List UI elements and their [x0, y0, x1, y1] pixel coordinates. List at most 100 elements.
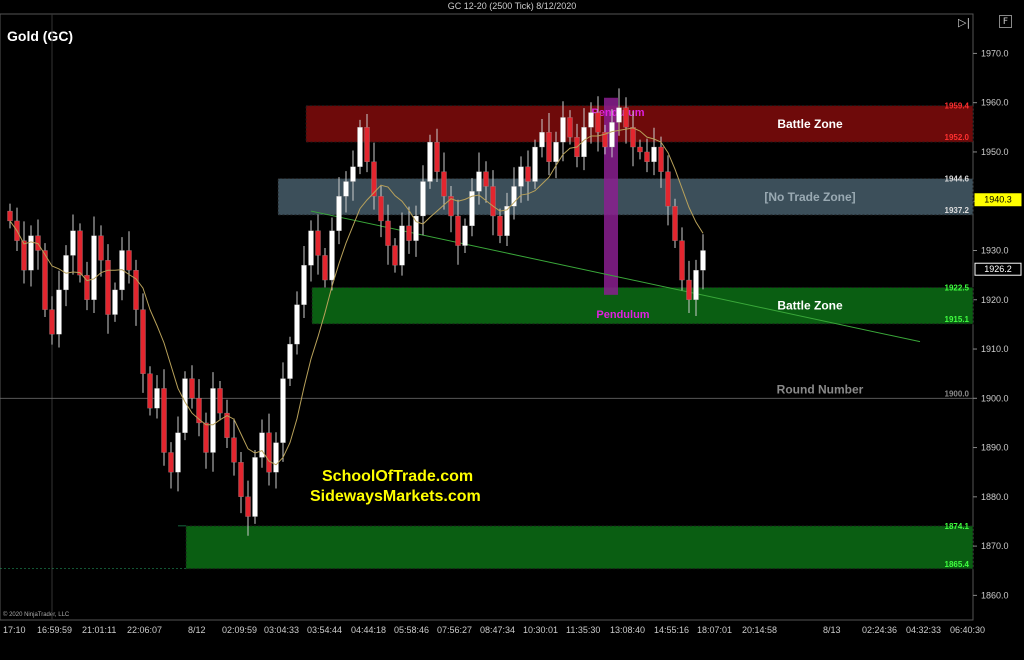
zone-battle_green	[185, 525, 974, 570]
price-marker-label: 1940.3	[984, 195, 1012, 205]
candle-up	[343, 181, 349, 197]
candle-up	[357, 127, 363, 167]
x-tick-label: 8/13	[823, 625, 841, 635]
price-marker-label: 1926.2	[984, 264, 1012, 274]
candle-down	[644, 151, 650, 162]
x-tick-label: 07:56:27	[437, 625, 472, 635]
candle-down	[231, 437, 237, 463]
x-tick-label: 13:08:40	[610, 625, 645, 635]
price-chart[interactable]: 1860.0 1870.0 1880.0 1890.0 1900.0 1910.0 1920…	[0, 0, 1024, 660]
candle-up	[301, 265, 307, 305]
candle-down	[203, 422, 209, 453]
candle-down	[434, 141, 440, 172]
candle-down	[322, 255, 328, 281]
candle-up	[427, 141, 433, 182]
candle-up	[112, 289, 118, 315]
candle-up	[399, 225, 405, 266]
pendulum-label-bottom: Pendulum	[596, 309, 649, 321]
zone-top-price: 1944.6	[945, 175, 970, 184]
y-tick-label: 1930.0	[981, 245, 1009, 255]
candle-down	[686, 279, 692, 300]
candle-down	[490, 186, 496, 217]
candle-down	[385, 220, 391, 246]
candle-up	[273, 442, 279, 473]
x-tick-label: 04:32:33	[906, 625, 941, 635]
candle-down	[133, 270, 139, 310]
x-tick-label: 17:10	[3, 625, 26, 635]
candle-down	[189, 378, 195, 399]
candle-down	[217, 388, 223, 414]
y-tick-label: 1950.0	[981, 147, 1009, 157]
zone-label: Battle Zone	[777, 117, 843, 131]
x-tick-label: 18:07:01	[697, 625, 732, 635]
candle-down	[679, 240, 685, 281]
candle-down	[98, 235, 104, 261]
candle-up	[476, 171, 482, 192]
candle-up	[294, 304, 300, 345]
candle-down	[441, 171, 447, 197]
candle-down	[672, 205, 678, 241]
candle-up	[210, 388, 216, 453]
round-number-label: Round Number	[777, 382, 864, 396]
candle-up	[518, 166, 524, 187]
candle-up	[308, 230, 314, 266]
candle-down	[483, 171, 489, 187]
x-tick-label: 10:30:01	[523, 625, 558, 635]
round-number-price: 1900.0	[945, 389, 970, 398]
candle-up	[462, 225, 468, 246]
candle-up	[420, 181, 426, 217]
candle-up	[532, 146, 538, 182]
candle-down	[245, 496, 251, 517]
candle-up	[336, 196, 342, 231]
x-tick-label: 05:58:46	[394, 625, 429, 635]
candle-up	[28, 235, 34, 271]
candle-down	[595, 112, 601, 133]
candle-down	[7, 210, 13, 222]
candle-up	[511, 186, 517, 207]
candle-up	[350, 166, 356, 182]
zone-bottom-price: 1937.2	[945, 206, 970, 215]
candle-up	[553, 141, 559, 162]
candle-down	[525, 166, 531, 182]
zone-bottom-price: 1915.1	[945, 315, 970, 324]
x-tick-label: 06:40:30	[950, 625, 985, 635]
zone-label: Battle Zone	[777, 299, 843, 313]
candle-down	[140, 309, 146, 374]
y-tick-label: 1910.0	[981, 344, 1009, 354]
x-tick-label: 8/12	[188, 625, 206, 635]
candle-up	[616, 107, 622, 123]
candle-down	[378, 196, 384, 222]
candle-down	[147, 373, 153, 409]
x-tick-label: 02:09:59	[222, 625, 257, 635]
candle-down	[168, 452, 174, 473]
zone-label: [No Trade Zone]	[764, 190, 855, 204]
candle-down	[546, 132, 552, 162]
candle-up	[91, 235, 97, 300]
candle-down	[42, 250, 48, 310]
x-tick-label: 16:59:59	[37, 625, 72, 635]
zone-bottom-price: 1865.4	[945, 560, 970, 569]
candle-down	[665, 171, 671, 207]
y-tick-label: 1860.0	[981, 590, 1009, 600]
candle-up	[539, 132, 545, 148]
candle-down	[21, 240, 27, 271]
candle-up	[560, 117, 566, 143]
y-tick-label: 1960.0	[981, 98, 1009, 108]
y-tick-label: 1880.0	[981, 492, 1009, 502]
candle-up	[609, 122, 615, 148]
candle-down	[392, 245, 398, 266]
candle-up	[651, 146, 657, 162]
x-tick-label: 11:35:30	[566, 625, 600, 635]
candle-up	[154, 388, 160, 409]
x-tick-label: 08:47:34	[480, 625, 515, 635]
candle-down	[364, 127, 370, 162]
candle-down	[266, 432, 272, 473]
candle-down	[126, 250, 132, 271]
x-tick-label: 21:01:11	[82, 625, 116, 635]
x-tick-label: 02:24:36	[862, 625, 897, 635]
zone-top-price: 1874.1	[945, 522, 970, 531]
candle-down	[105, 260, 111, 315]
candle-down	[623, 107, 629, 128]
candle-down	[161, 388, 167, 453]
zone-top-price: 1922.5	[945, 283, 970, 292]
